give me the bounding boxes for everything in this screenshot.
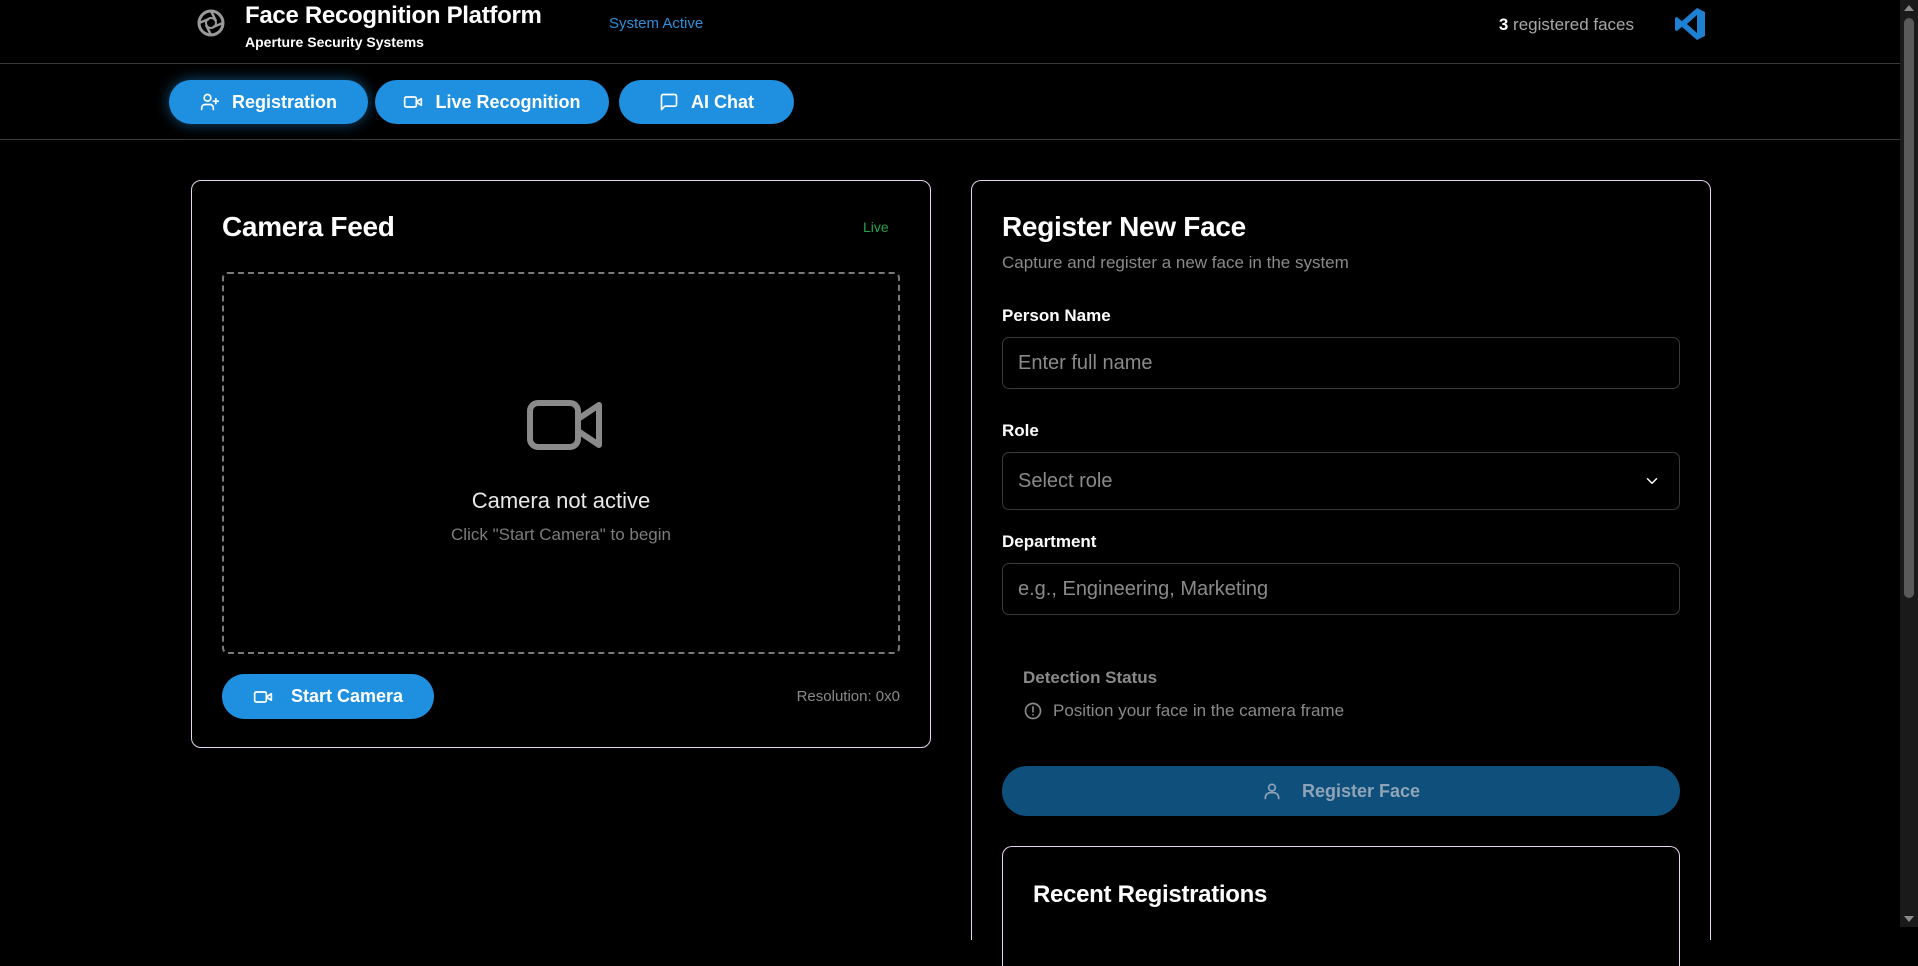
detection-status-title: Detection Status	[1023, 668, 1158, 687]
user-icon	[1264, 783, 1280, 800]
system-status-badge: System Active	[609, 15, 704, 32]
person-name-label: Person Name	[1002, 306, 1111, 325]
user-plus-icon	[200, 93, 220, 111]
detection-status-row: Position your face in the camera frame	[1023, 701, 1344, 721]
camera-inactive-message: Camera not active	[471, 488, 651, 513]
video-icon	[404, 96, 423, 108]
register-face-label: Register Face	[1301, 780, 1421, 801]
app-title: Face Recognition Platform	[245, 2, 542, 29]
register-face-button[interactable]: Register Face	[1002, 766, 1680, 816]
role-select[interactable]: Select role	[1002, 452, 1680, 510]
live-indicator: Live	[863, 219, 889, 235]
tab-registration-label: Registration	[231, 91, 337, 112]
message-square-icon	[660, 93, 678, 111]
resolution-readout: Resolution: 0x0	[796, 688, 900, 705]
camera-feed-title: Camera Feed	[222, 211, 395, 242]
scroll-down-arrow[interactable]	[1904, 916, 1914, 922]
tab-ai-chat[interactable]: AI Chat	[619, 80, 794, 124]
scroll-up-arrow[interactable]	[1904, 5, 1914, 11]
start-camera-label: Start Camera	[290, 686, 404, 706]
recent-registrations-panel: Recent Registrations	[1002, 846, 1680, 966]
registered-count-label: registered faces	[1513, 15, 1634, 34]
video-icon	[253, 690, 273, 703]
camera-inactive-hint: Click "Start Camera" to begin	[451, 525, 671, 544]
register-title: Register New Face	[1002, 211, 1246, 242]
tab-live-recognition-label: Live Recognition	[435, 91, 581, 112]
person-name-input[interactable]	[1002, 337, 1680, 389]
scrollbar-thumb[interactable]	[1904, 18, 1914, 598]
register-face-card: Register New Face Capture and register a…	[971, 180, 1711, 966]
tab-ai-chat-label: AI Chat	[691, 91, 754, 112]
app-subtitle: Aperture Security Systems	[245, 34, 424, 50]
top-header: Face Recognition Platform Aperture Secur…	[0, 0, 1900, 64]
role-label: Role	[1002, 421, 1039, 440]
aperture-icon	[197, 9, 225, 37]
alert-circle-icon	[1024, 702, 1042, 720]
detection-status-message: Position your face in the camera frame	[1053, 701, 1345, 720]
department-label: Department	[1002, 532, 1097, 551]
video-camera-icon	[527, 400, 602, 450]
registered-count-value: 3	[1498, 15, 1509, 34]
register-subtitle: Capture and register a new face in the s…	[1002, 253, 1349, 272]
recent-registrations-title: Recent Registrations	[1033, 881, 1268, 908]
registered-faces-count: 3 registered faces	[1499, 15, 1634, 35]
vscode-icon[interactable]	[1674, 6, 1706, 42]
role-select-value: Select role	[1018, 469, 1113, 492]
start-camera-button[interactable]: Start Camera	[222, 674, 434, 719]
camera-viewport: Camera not active Click "Start Camera" t…	[222, 272, 900, 654]
camera-feed-card: Camera Feed Live Camera not active Click…	[191, 180, 931, 748]
nav-bar: Registration Live Recognition AI Chat	[0, 64, 1900, 140]
tab-live-recognition[interactable]: Live Recognition	[375, 80, 609, 124]
department-input[interactable]	[1002, 563, 1680, 615]
tab-registration[interactable]: Registration	[169, 80, 368, 124]
chevron-down-icon	[1646, 478, 1658, 484]
page-scrollbar[interactable]	[1900, 0, 1918, 927]
